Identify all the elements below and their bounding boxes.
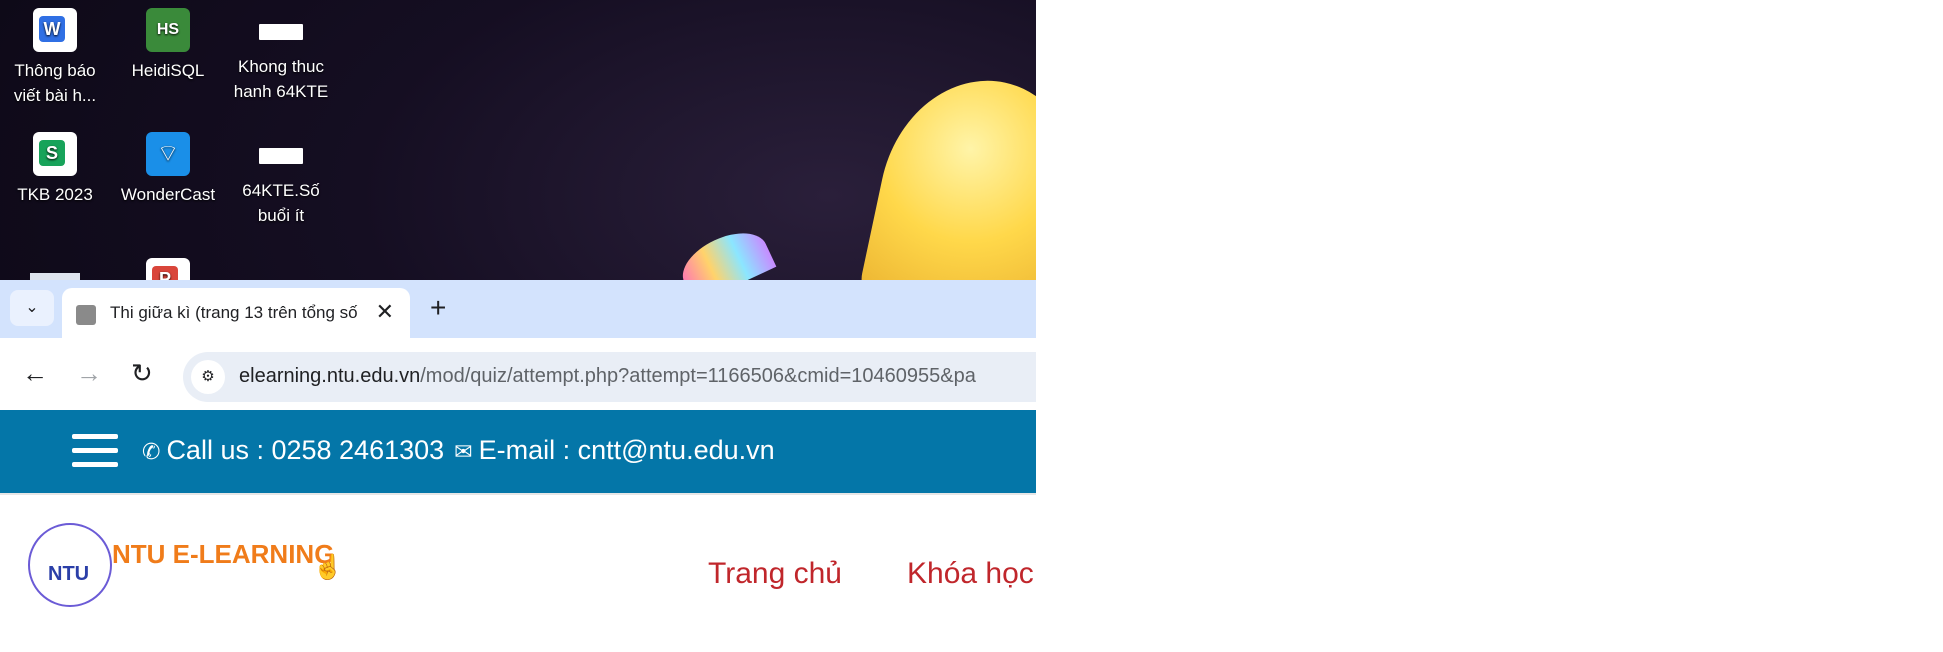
contact-info: ✆ Call us : 0258 2461303 ✉ E-mail : cntt@nt… <box>142 435 775 466</box>
nav-courses-link[interactable]: Khóa học <box>907 557 1034 591</box>
tab-strip: ⌄ Thi giữa kì (trang 13 trên tổng số ✕ + <box>0 280 1036 338</box>
arrow-right-icon: → <box>76 358 102 388</box>
desktop-icon-khong-thuc-hanh[interactable]: Khong thuc hanh 64KTE <box>226 8 336 104</box>
site-header: ✆ Call us : 0258 2461303 ✉ E-mail : cntt@nt… <box>0 410 1036 493</box>
desktop-icon-label: TKB 2023 <box>17 185 93 204</box>
forward-button[interactable]: → <box>76 358 102 388</box>
image-thumbnail-icon <box>259 24 303 40</box>
phone-icon: ✆ <box>142 439 161 464</box>
call-us-text: Call us : 0258 2461303 <box>166 435 445 465</box>
desktop-icon-thong-bao[interactable]: Thông báo viết bài h... <box>0 8 110 108</box>
site-nav: NTU NTU E-LEARNING ☝ Trang chủ Khóa học <box>0 493 1036 607</box>
hamburger-menu-icon[interactable] <box>72 434 118 468</box>
desktop-icon-tkb[interactable]: TKB 2023 <box>0 132 110 207</box>
address-bar[interactable]: ⚙ elearning.ntu.edu.vn/mod/quiz/attempt.… <box>183 352 1036 402</box>
heidisql-icon: HS <box>146 8 190 52</box>
new-tab-button[interactable]: + <box>430 292 446 324</box>
site-favicon-icon <box>76 305 96 325</box>
desktop-icon-wondercast[interactable]: ⌔ WonderCast <box>113 132 223 207</box>
url-path: /mod/quiz/attempt.php?attempt=1166506&cm… <box>420 365 976 387</box>
desktop: Thông báo viết bài h... HS HeidiSQL Khon… <box>0 0 1036 652</box>
site-logo[interactable]: NTU NTU E-LEARNING ☝ <box>28 523 368 607</box>
tab-active[interactable]: Thi giữa kì (trang 13 trên tổng số ✕ <box>62 288 410 338</box>
wps-writer-icon <box>33 8 77 52</box>
back-button[interactable]: ← <box>22 358 48 388</box>
logo-abbr: NTU <box>48 563 90 585</box>
arrow-left-icon: ← <box>22 358 48 388</box>
reload-icon: ↻ <box>131 358 153 388</box>
nav-home-link[interactable]: Trang chủ <box>708 557 842 591</box>
tab-title: Thi giữa kì (trang 13 trên tổng số <box>110 303 358 322</box>
tab-search-button[interactable]: ⌄ <box>10 290 54 326</box>
desktop-icon-label: Khong thuc hanh 64KTE <box>233 57 329 101</box>
desktop-icon-label: 64KTE.Số buổi ít <box>242 181 320 225</box>
image-thumbnail-icon <box>259 148 303 164</box>
desktop-icon-label: HeidiSQL <box>131 61 205 80</box>
reload-button[interactable]: ↻ <box>131 358 153 388</box>
desktop-icon-label: Thông báo viết bài h... <box>13 61 97 105</box>
wondercast-icon: ⌔ <box>146 132 190 176</box>
desktop-icon-64kte[interactable]: 64KTE.Số buổi ít <box>226 132 336 228</box>
close-tab-icon[interactable]: ✕ <box>376 300 394 324</box>
envelope-icon: ✉ <box>454 439 473 464</box>
desktop-icon-heidisql[interactable]: HS HeidiSQL <box>113 8 223 83</box>
chevron-down-icon: ⌄ <box>25 299 39 316</box>
logo-text: NTU E-LEARNING <box>112 539 335 569</box>
site-info-icon[interactable]: ⚙ <box>191 360 225 394</box>
browser-toolbar: ← → ↻ ⚙ elearning.ntu.edu.vn/mod/quiz/at… <box>0 338 1036 410</box>
hand-pointer-icon: ☝ <box>313 554 343 581</box>
url-text[interactable]: elearning.ntu.edu.vn/mod/quiz/attempt.ph… <box>239 365 976 388</box>
email-text: E-mail : cntt@ntu.edu.vn <box>478 435 775 465</box>
desktop-icon-label: WonderCast <box>120 185 216 204</box>
logo-emblem: NTU <box>28 523 112 607</box>
url-domain: elearning.ntu.edu.vn <box>239 365 421 387</box>
wps-spreadsheet-icon <box>33 132 77 176</box>
browser-window: ⌄ Thi giữa kì (trang 13 trên tổng số ✕ +… <box>0 280 1036 652</box>
